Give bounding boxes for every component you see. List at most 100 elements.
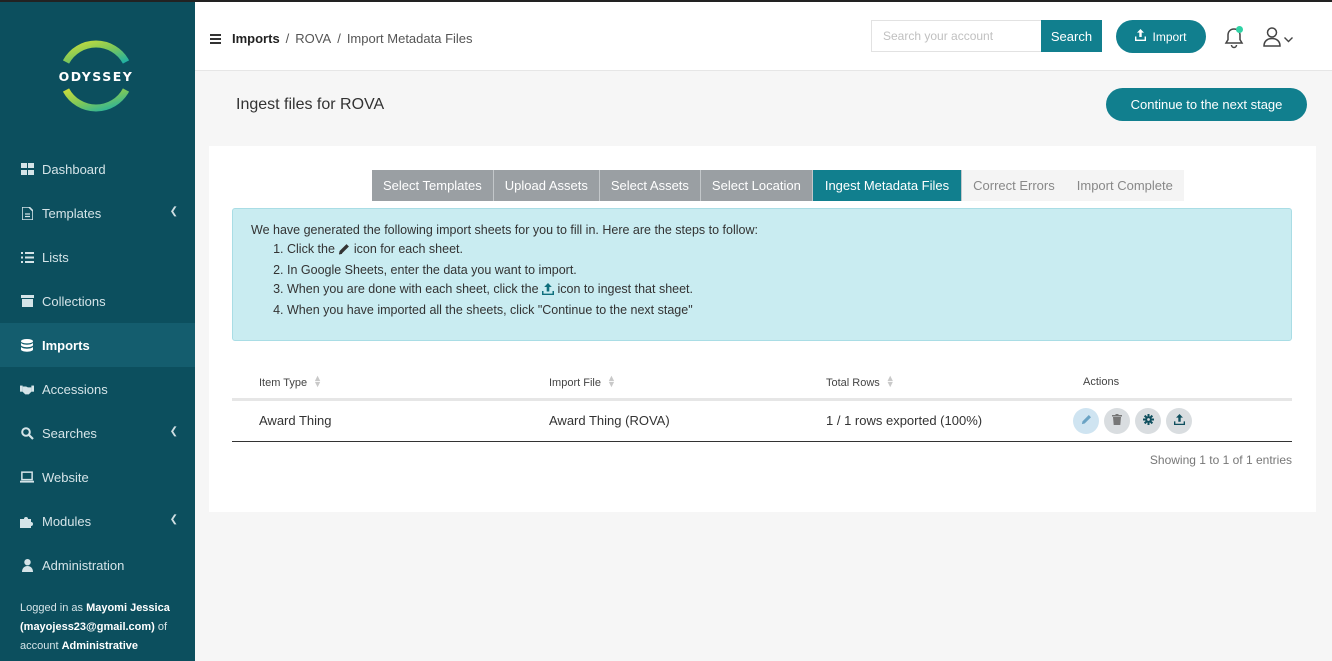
column-header-item-type[interactable]: Item Type ▲ ▼ — [232, 366, 522, 401]
sidebar-item-label: Modules — [42, 513, 92, 529]
database-icon — [20, 338, 34, 352]
sidebar-nav: Dashboard Templates ❮ Lists Collections — [0, 147, 195, 587]
step-import-complete: Import Complete — [1065, 170, 1184, 201]
step-upload-assets[interactable]: Upload Assets — [493, 170, 600, 201]
cell-item-type: Award Thing — [232, 399, 522, 442]
continue-next-stage-button[interactable]: Continue to the next stage — [1106, 88, 1307, 121]
column-header-label: Total Rows — [826, 376, 880, 389]
trash-icon — [1112, 413, 1122, 428]
chevron-left-icon: ❮ — [169, 426, 178, 437]
cell-import-file: Award Thing (ROVA) — [522, 399, 799, 442]
archive-icon — [20, 294, 34, 308]
login-user: Mayomi Jessica — [86, 602, 170, 614]
sidebar-item-label: Templates — [42, 205, 102, 221]
table-entries-info: Showing 1 to 1 of 1 entries — [1149, 453, 1292, 467]
breadcrumb-separator: / — [285, 31, 290, 46]
cell-total-rows: 1 / 1 rows exported (100%) — [799, 399, 1073, 442]
instructions-box: We have generated the following import s… — [232, 208, 1292, 341]
handshake-icon — [20, 382, 34, 396]
laptop-icon — [20, 470, 34, 484]
logo-text: ODYSSEY — [58, 68, 134, 84]
sidebar-item-label: Imports — [42, 337, 90, 353]
delete-sheet-button[interactable] — [1104, 407, 1130, 434]
sidebar: ODYSSEY Dashboard Templates ❮ Lists Coll… — [0, 0, 195, 661]
odyssey-logo[interactable]: ODYSSEY — [52, 32, 140, 120]
sidebar-item-website[interactable]: Website — [0, 455, 195, 499]
pencil-icon — [1081, 413, 1092, 428]
column-header-actions: Actions — [1073, 366, 1292, 401]
notification-dot — [1236, 26, 1243, 33]
sidebar-item-label: Website — [42, 469, 89, 485]
import-button[interactable]: Import — [1116, 20, 1206, 53]
instruction-step: When you are done with each sheet, click… — [287, 280, 1273, 301]
file-icon — [20, 206, 34, 220]
step-ingest-metadata-files[interactable]: Ingest Metadata Files — [812, 170, 963, 201]
instruction-step: In Google Sheets, enter the data you wan… — [287, 261, 1273, 280]
cell-actions — [1073, 399, 1292, 442]
page-title: Ingest files for ROVA — [236, 96, 385, 113]
sidebar-item-searches[interactable]: Searches ❮ — [0, 411, 195, 455]
sidebar-item-label: Administration — [42, 557, 125, 573]
sidebar-item-lists[interactable]: Lists — [0, 235, 195, 279]
sort-icon: ▲ ▼ — [885, 372, 895, 389]
edit-sheet-button[interactable] — [1073, 407, 1099, 434]
step-select-location[interactable]: Select Location — [700, 170, 813, 201]
login-prefix: Logged in as — [20, 602, 87, 614]
search-input[interactable] — [871, 20, 1042, 52]
sidebar-item-label: Lists — [42, 249, 69, 265]
upload-icon — [1173, 413, 1185, 428]
sidebar-item-dashboard[interactable]: Dashboard — [0, 147, 195, 191]
sidebar-item-imports[interactable]: Imports — [0, 323, 195, 367]
step-select-assets[interactable]: Select Assets — [599, 170, 701, 201]
user-avatar-icon — [1263, 26, 1281, 50]
login-email: (mayojess23@gmail.com) — [20, 621, 155, 633]
table-row: Award Thing Award Thing (ROVA) 1 / 1 row… — [232, 399, 1292, 442]
column-header-import-file[interactable]: Import File ▲ ▼ — [522, 366, 799, 401]
instruction-text: Click the — [287, 242, 339, 256]
column-header-total-rows[interactable]: Total Rows ▲ ▼ — [799, 366, 1073, 401]
breadcrumb-rova[interactable]: ROVA — [295, 31, 331, 46]
top-header: Imports / ROVA / Import Metadata Files S… — [195, 0, 1332, 71]
breadcrumb-separator: / — [337, 31, 341, 46]
column-header-label: Import File — [549, 376, 601, 389]
sidebar-item-collections[interactable]: Collections — [0, 279, 195, 323]
chevron-left-icon: ❮ — [169, 206, 178, 217]
sidebar-item-templates[interactable]: Templates ❮ — [0, 191, 195, 235]
ingest-sheet-button[interactable] — [1166, 407, 1192, 434]
chevron-down-icon — [1284, 31, 1293, 46]
user-menu[interactable] — [1263, 26, 1297, 50]
instruction-step: When you have imported all the sheets, c… — [287, 301, 1273, 320]
sort-icon: ▲ ▼ — [313, 372, 323, 389]
step-correct-errors: Correct Errors — [962, 170, 1066, 201]
login-info: Logged in as Mayomi Jessica (mayojess23@… — [20, 599, 185, 656]
puzzle-icon — [20, 514, 34, 528]
sidebar-item-administration[interactable]: Administration — [0, 543, 195, 587]
hamburger-menu-icon[interactable] — [210, 34, 221, 44]
row-actions — [1073, 407, 1292, 434]
dashboard-icon — [20, 162, 34, 176]
instruction-step: Click the icon for each sheet. — [287, 240, 1273, 261]
instruction-text: When you are done with each sheet, click… — [287, 282, 543, 296]
settings-sheet-button[interactable] — [1135, 407, 1161, 434]
import-files-table: Item Type ▲ ▼ Import File ▲ ▼ Total Rows ▲ ▼ A… — [232, 366, 1292, 442]
search-icon — [20, 426, 34, 440]
step-select-templates[interactable]: Select Templates — [372, 170, 494, 201]
upload-icon — [542, 282, 555, 301]
list-icon — [20, 250, 34, 264]
sidebar-item-label: Accessions — [42, 381, 108, 397]
sidebar-item-modules[interactable]: Modules ❮ — [0, 499, 195, 543]
sidebar-item-accessions[interactable]: Accessions — [0, 367, 195, 411]
breadcrumb-imports[interactable]: Imports — [232, 31, 280, 46]
import-button-label: Import — [1152, 29, 1187, 44]
user-icon — [20, 558, 34, 572]
search-button[interactable]: Search — [1041, 20, 1102, 52]
chevron-left-icon: ❮ — [169, 514, 178, 525]
login-account: Administrative — [61, 640, 139, 652]
instruction-text: icon to ingest that sheet. — [554, 282, 693, 296]
table-header-row: Item Type ▲ ▼ Import File ▲ ▼ Total Rows ▲ ▼ A… — [232, 366, 1292, 401]
breadcrumb-current: Import Metadata Files — [346, 31, 473, 46]
sidebar-item-label: Searches — [42, 425, 97, 441]
import-steps: Select Templates Upload Assets Select As… — [372, 170, 1184, 201]
instructions-intro: We have generated the following import s… — [251, 223, 758, 237]
sidebar-item-label: Collections — [42, 293, 106, 309]
